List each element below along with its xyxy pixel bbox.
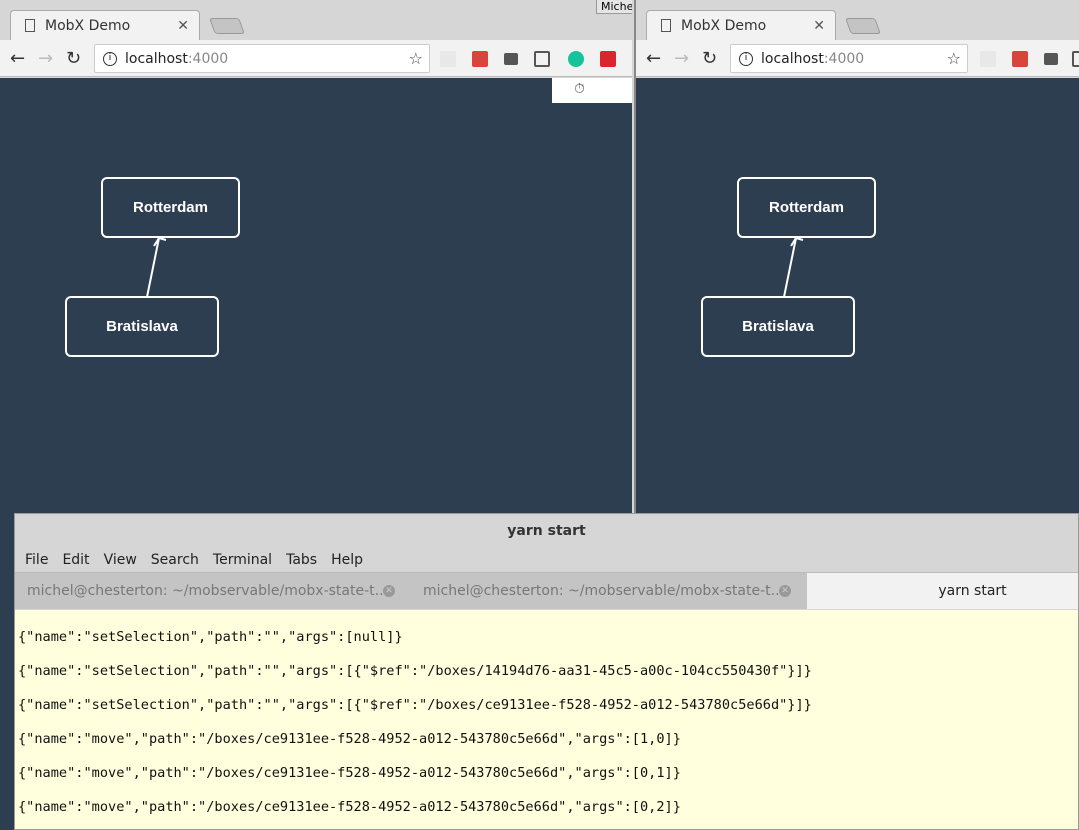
menu-edit[interactable]: Edit (62, 552, 89, 568)
profile-button[interactable]: Miche (596, 0, 632, 14)
back-icon[interactable]: ← (646, 48, 661, 69)
tab-strip: MobX Demo ✕ (636, 0, 1079, 40)
reload-icon[interactable]: ↻ (66, 48, 81, 69)
menu-search[interactable]: Search (151, 552, 199, 568)
info-icon[interactable]: i (739, 51, 753, 66)
browser-tab[interactable]: MobX Demo ✕ (10, 10, 200, 40)
new-tab-button[interactable] (209, 18, 245, 34)
browser-toolbar: ← → ↻ i localhost:4000 ☆ (0, 40, 632, 77)
back-icon[interactable]: ← (10, 48, 25, 69)
output-line: {"name":"setSelection","path":"","args":… (18, 629, 403, 645)
terminal-tabs: michel@chesterton: ~/mobservable/mobx-st… (15, 573, 1078, 609)
browser-tab[interactable]: MobX Demo ✕ (646, 10, 836, 40)
extension-icon[interactable] (600, 51, 616, 67)
page-icon (661, 19, 671, 32)
output-line: {"name":"setSelection","path":"","args":… (18, 663, 812, 679)
info-icon[interactable]: i (103, 51, 117, 66)
box-rotterdam[interactable]: Rotterdam (101, 177, 240, 238)
forward-icon[interactable]: → (38, 48, 53, 69)
close-tab-icon[interactable]: ✕ (383, 585, 395, 597)
box-bratislava[interactable]: Bratislava (701, 296, 855, 357)
tab-title: MobX Demo (45, 17, 131, 34)
terminal-tab[interactable]: michel@chesterton: ~/mobservable/mobx-st… (411, 573, 807, 609)
terminal-menu-bar: File Edit View Search Terminal Tabs Help (15, 548, 1078, 573)
cast-icon[interactable] (534, 51, 550, 67)
url-port: :4000 (823, 50, 865, 67)
bookmark-star-icon[interactable]: ☆ (947, 49, 961, 68)
menu-tabs[interactable]: Tabs (286, 552, 317, 568)
terminal-tab-active[interactable]: yarn start (807, 573, 1078, 609)
tab-label: yarn start (938, 583, 1007, 599)
box-rotterdam[interactable]: Rotterdam (737, 177, 876, 238)
forward-icon[interactable]: → (674, 48, 689, 69)
terminal-window: yarn start File Edit View Search Termina… (14, 513, 1079, 830)
output-line: {"name":"move","path":"/boxes/ce9131ee-f… (18, 765, 681, 781)
reload-icon[interactable]: ↻ (702, 48, 717, 69)
page-icon (25, 19, 35, 32)
tab-label: michel@chesterton: ~/mobservable/mobx-st… (27, 583, 388, 599)
extension-icon[interactable] (504, 53, 518, 65)
close-tab-icon[interactable]: ✕ (813, 18, 825, 34)
browser-toolbar: ← → ↻ i localhost:4000 ☆ (636, 40, 1079, 77)
new-tab-button[interactable] (845, 18, 881, 34)
tab-label: michel@chesterton: ~/mobservable/mobx-st… (423, 583, 784, 599)
url-host: localhost (761, 50, 824, 67)
extension-icon[interactable] (980, 51, 996, 67)
menu-view[interactable]: View (104, 552, 137, 568)
url-host: localhost (125, 50, 188, 67)
cast-icon[interactable] (1072, 51, 1079, 67)
bookmark-star-icon[interactable]: ☆ (409, 49, 423, 68)
menu-terminal[interactable]: Terminal (213, 552, 272, 568)
terminal-tab[interactable]: michel@chesterton: ~/mobservable/mobx-st… (15, 573, 411, 609)
extension-icon[interactable] (1044, 53, 1058, 65)
menu-file[interactable]: File (25, 552, 48, 568)
output-line: {"name":"move","path":"/boxes/ce9131ee-f… (18, 799, 681, 815)
url-port: :4000 (187, 50, 229, 67)
close-tab-icon[interactable]: ✕ (779, 585, 791, 597)
output-line: {"name":"move","path":"/boxes/ce9131ee-f… (18, 731, 681, 747)
extension-icon[interactable] (440, 51, 456, 67)
terminal-title: yarn start (507, 523, 586, 539)
address-bar[interactable]: i localhost:4000 ☆ (730, 44, 968, 73)
tab-title: MobX Demo (681, 17, 767, 34)
extension-icon[interactable] (472, 51, 488, 67)
address-bar[interactable]: i localhost:4000 ☆ (94, 44, 430, 73)
extension-icon[interactable] (1012, 51, 1028, 67)
output-line: {"name":"setSelection","path":"","args":… (18, 697, 812, 713)
menu-help[interactable]: Help (331, 552, 363, 568)
terminal-output[interactable]: {"name":"setSelection","path":"","args":… (15, 610, 1078, 829)
close-tab-icon[interactable]: ✕ (177, 18, 189, 34)
box-bratislava[interactable]: Bratislava (65, 296, 219, 357)
tab-strip: MobX Demo ✕ Miche (0, 0, 632, 40)
grammarly-icon[interactable] (568, 51, 584, 67)
